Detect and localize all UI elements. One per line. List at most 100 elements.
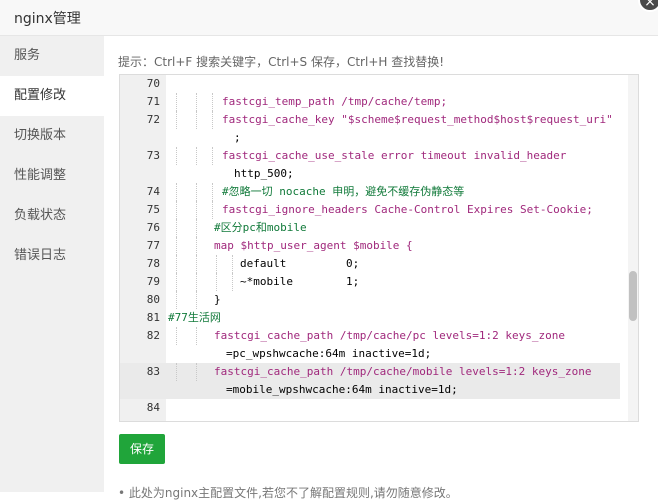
code-line-active[interactable]: =mobile_wpshwcache:64m inactive=1d; — [120, 381, 620, 399]
indent-guide — [176, 273, 178, 291]
indent-guide — [212, 111, 214, 129]
code-line[interactable]: 79 ~*mobile 1; — [120, 273, 620, 291]
sidebar-item-load-status[interactable]: 负载状态 — [0, 196, 104, 236]
code-line[interactable]: 78 default 0; — [120, 255, 620, 273]
indent-guide — [176, 147, 178, 165]
line-number: 75 — [146, 203, 160, 216]
code-comment: #77生活网 — [168, 311, 221, 324]
indent-guide — [196, 111, 198, 129]
code-line[interactable]: ; — [120, 129, 620, 147]
code-comment: #区分pc和mobile — [214, 221, 307, 234]
indent-guide — [176, 111, 178, 129]
indent-guide — [216, 255, 218, 273]
code-text: ~*mobile 1; — [240, 275, 360, 288]
indent-guide — [196, 93, 198, 111]
line-number: 81 — [146, 311, 160, 324]
code-line[interactable]: 81 #77生活网 — [120, 309, 620, 327]
line-number: 79 — [146, 275, 160, 288]
indent-guide — [196, 327, 198, 345]
sidebar-item-switch-version[interactable]: 切换版本 — [0, 116, 104, 156]
line-number: 70 — [146, 77, 160, 90]
code-text: ; — [234, 131, 241, 144]
shortcut-hint: 提示：Ctrl+F 搜索关键字，Ctrl+S 保存，Ctrl+H 查找替换! — [118, 55, 445, 69]
code-line[interactable]: 73 fastcgi_cache_use_stale error timeout… — [120, 147, 620, 165]
code-text: fastcgi_cache_path /tmp/cache/pc levels=… — [214, 329, 565, 342]
indent-guide — [176, 201, 178, 219]
indent-guide — [232, 273, 234, 291]
window-title: nginx管理 — [14, 11, 81, 27]
code-line[interactable]: 71 fastcgi_temp_path /tmp/cache/temp; — [120, 93, 620, 111]
code-line[interactable]: 84 — [120, 399, 620, 417]
code-line[interactable]: 74 #忽略一切 nocache 申明，避免不缓存伪静态等 — [120, 183, 620, 201]
line-number: 76 — [146, 221, 160, 234]
indent-guide — [212, 183, 214, 201]
indent-guide — [212, 93, 214, 111]
line-number: 80 — [146, 293, 160, 306]
main-panel: 提示：Ctrl+F 搜索关键字，Ctrl+S 保存，Ctrl+H 查找替换! 7… — [104, 36, 658, 500]
code-line[interactable]: 82 fastcgi_cache_path /tmp/cache/pc leve… — [120, 327, 620, 345]
code-line[interactable]: 80 } — [120, 291, 620, 309]
indent-guide — [232, 255, 234, 273]
code-text: fastcgi_ignore_headers Cache-Control Exp… — [222, 203, 593, 216]
line-number: 72 — [146, 113, 160, 126]
line-number: 78 — [146, 257, 160, 270]
indent-guide — [176, 327, 178, 345]
code-editor[interactable]: 70 71 fastcgi_temp_path /tmp/cache/temp;… — [119, 74, 639, 422]
indent-guide — [196, 183, 198, 201]
code-line[interactable]: =pc_wpshwcache:64m inactive=1d; — [120, 345, 620, 363]
indent-guide — [196, 219, 198, 237]
save-button[interactable]: 保存 — [119, 434, 165, 464]
code-line[interactable]: 72 fastcgi_cache_key "$scheme$request_me… — [120, 111, 620, 129]
line-number: 82 — [146, 329, 160, 342]
code-line[interactable]: 70 — [120, 75, 620, 93]
title-bar: nginx管理 — [0, 0, 658, 36]
config-footnote: • 此处为nginx主配置文件,若您不了解配置规则,请勿随意修改。 — [118, 486, 458, 500]
code-text: fastcgi_cache_use_stale error timeout in… — [222, 149, 567, 162]
code-line[interactable]: 77 map $http_user_agent $mobile { — [120, 237, 620, 255]
code-text: fastcgi_temp_path /tmp/cache/temp; — [222, 95, 448, 108]
code-line[interactable]: http_500; — [120, 165, 620, 183]
code-line[interactable]: 76 #区分pc和mobile — [120, 219, 620, 237]
code-text: fastcgi_cache_key "$scheme$request_metho… — [222, 113, 613, 126]
indent-guide — [176, 363, 178, 381]
code-text: http_500; — [234, 167, 294, 180]
line-number: 77 — [146, 239, 160, 252]
indent-guide — [196, 201, 198, 219]
editor-scrollbar[interactable] — [628, 75, 638, 421]
line-number: 84 — [146, 401, 160, 414]
indent-guide — [176, 291, 178, 309]
code-text: default 0; — [240, 257, 360, 270]
code-text: =pc_wpshwcache:64m inactive=1d; — [226, 347, 432, 360]
indent-guide — [216, 273, 218, 291]
indent-guide — [212, 201, 214, 219]
sidebar-item-error-log[interactable]: 错误日志 — [0, 236, 104, 276]
line-number: 83 — [146, 365, 160, 378]
code-line[interactable]: 75 fastcgi_ignore_headers Cache-Control … — [120, 201, 620, 219]
indent-guide — [176, 219, 178, 237]
indent-guide — [176, 93, 178, 111]
indent-guide — [196, 237, 198, 255]
editor-scrollbar-thumb[interactable] — [629, 271, 637, 321]
sidebar-item-performance[interactable]: 性能调整 — [0, 156, 104, 196]
line-number: 71 — [146, 95, 160, 108]
sidebar-item-service[interactable]: 服务 — [0, 36, 104, 76]
code-comment: #忽略一切 nocache 申明，避免不缓存伪静态等 — [222, 185, 465, 198]
indent-guide — [196, 273, 198, 291]
indent-guide — [196, 255, 198, 273]
indent-guide — [176, 237, 178, 255]
indent-guide — [196, 291, 198, 309]
indent-guide — [212, 147, 214, 165]
line-number: 73 — [146, 149, 160, 162]
sidebar: 服务 配置修改 切换版本 性能调整 负载状态 错误日志 — [0, 36, 104, 492]
indent-guide — [176, 255, 178, 273]
line-number: 74 — [146, 185, 160, 198]
sidebar-item-config[interactable]: 配置修改 — [0, 76, 104, 116]
code-text: fastcgi_cache_path /tmp/cache/mobile lev… — [214, 365, 592, 378]
code-text: map $http_user_agent $mobile { — [214, 239, 413, 252]
code-line-active[interactable]: 83 fastcgi_cache_path /tmp/cache/mobile … — [120, 363, 620, 381]
code-text: =mobile_wpshwcache:64m inactive=1d; — [226, 383, 458, 396]
indent-guide — [196, 147, 198, 165]
indent-guide — [196, 363, 198, 381]
code-text: } — [214, 293, 221, 306]
indent-guide — [176, 183, 178, 201]
